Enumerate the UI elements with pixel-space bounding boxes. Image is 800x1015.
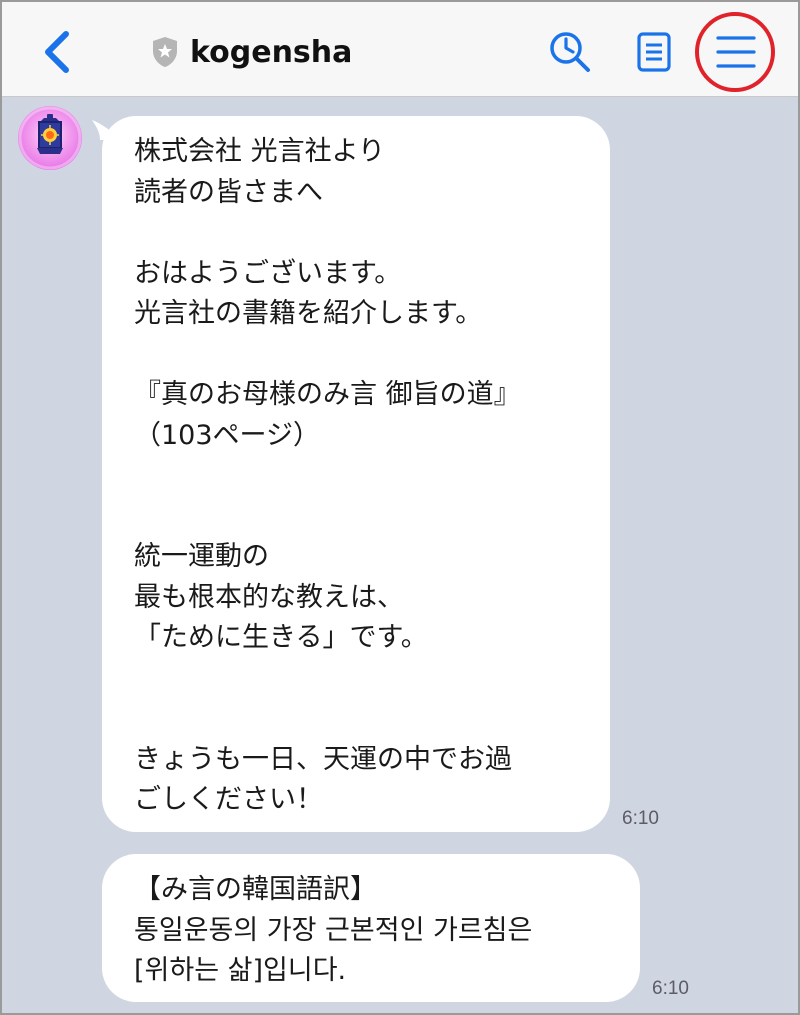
notes-button[interactable] — [630, 28, 678, 76]
chevron-left-icon — [45, 31, 69, 73]
message-text: 株式会社 光言社より 読者の皆さまへ おはようございます。 光言社の書籍を紹介し… — [134, 136, 521, 815]
chat-header: kogensha — [2, 2, 798, 97]
notes-icon — [637, 32, 671, 72]
chat-title: kogensha — [190, 34, 353, 70]
message-bubble[interactable]: 【み言の韓国語訳】 통일운동의 가장 근본적인 가르침은 [위하는 삶]입니다. — [102, 854, 640, 1002]
lantern-logo-icon — [18, 106, 82, 170]
chat-title-group: kogensha — [150, 30, 352, 74]
message-bubble[interactable]: 株式会社 光言社より 読者の皆さまへ おはようございます。 光言社の書籍を紹介し… — [102, 116, 610, 832]
shield-star-icon — [153, 37, 177, 67]
message-text: 【み言の韓国語訳】 통일운동의 가장 근본적인 가르침은 [위하는 삶]입니다. — [134, 874, 533, 986]
avatar[interactable] — [18, 106, 82, 170]
back-button[interactable] — [38, 28, 78, 76]
search-clock-icon — [550, 32, 590, 72]
menu-button[interactable] — [712, 28, 760, 76]
message-time: 6:10 — [652, 978, 689, 999]
message-time: 6:10 — [622, 808, 659, 829]
hamburger-menu-icon — [716, 36, 756, 68]
search-button[interactable] — [546, 28, 594, 76]
chat-window: kogensha 株式会社 光言社より 読者の皆さまへ おはようございます。 光… — [0, 0, 800, 1015]
